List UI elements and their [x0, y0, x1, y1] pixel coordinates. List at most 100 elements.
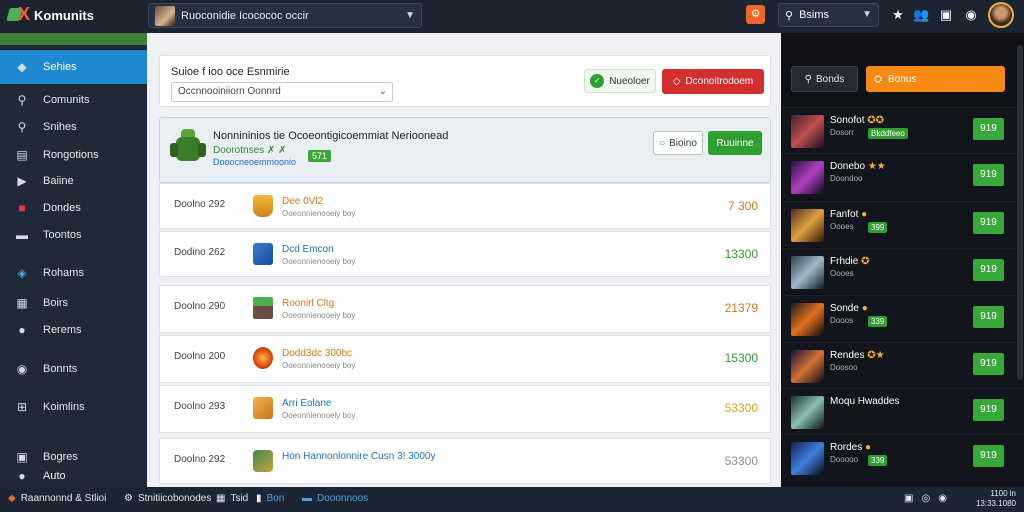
item-value: 53300 — [724, 454, 758, 468]
user-avatar[interactable] — [988, 2, 1014, 28]
status-item-5[interactable]: ▬ Dooonnoos — [302, 493, 368, 504]
sidebar-item-13[interactable]: ● Auto — [0, 465, 147, 487]
item-row[interactable]: Doolno 293 Arri Eolane Ooeonnienooeiy boy 5… — [159, 385, 771, 433]
sidebar-item-10[interactable]: ◉ Bonnts — [0, 352, 147, 386]
sidebar-item-11[interactable]: ⊞ Koimlins — [0, 390, 147, 424]
filter-title: Suioe f ioo oce Esnmirie — [171, 66, 290, 78]
player-tag: 339 — [868, 455, 888, 466]
player-tag: 339 — [868, 316, 888, 327]
leaderboard-item[interactable]: Fanfot ● Oooes 399 919 — [781, 201, 1024, 247]
app-logo[interactable]: X Komunits — [6, 4, 94, 24]
store-icon: ▣ — [16, 450, 28, 464]
leaderboard-item[interactable]: Rendes ✪★ Doosoo 919 — [781, 342, 1024, 388]
player-avatar — [791, 442, 824, 475]
player-score-badge[interactable]: 919 — [973, 259, 1004, 281]
item-title[interactable]: Dcd Emcon — [282, 244, 334, 255]
player-score-badge[interactable]: 919 — [973, 212, 1004, 234]
friends-icon[interactable]: 👥 — [913, 7, 929, 23]
status-item-3[interactable]: ▦ Tsid — [216, 493, 248, 504]
leaderboard-item[interactable]: Rordes ● Dooooo 339 919 — [781, 434, 1024, 480]
featured-primary-button[interactable]: Ruuinne — [708, 131, 762, 155]
status-item-4[interactable]: ▮ Bon — [256, 493, 284, 504]
chat-icon[interactable]: ▣ — [938, 7, 954, 23]
item-value: 21379 — [724, 301, 758, 315]
status-item-4-label: Bon — [266, 493, 285, 504]
right-panel: ⚲ Bonds ⛭ Bonus Sonofot ✪✪ Dosorr Bkddfeeo… — [781, 33, 1024, 487]
featured-item[interactable]: Nonnininios tie Ocoeontigicoemmiat Nerio… — [159, 117, 771, 183]
player-score-badge[interactable]: 919 — [973, 445, 1004, 467]
game-select-dropdown[interactable]: Ruoconidie Icocococ occir ▼ — [148, 3, 422, 28]
player-subtitle: Doosoo — [830, 363, 858, 372]
grid-icon: ▦ — [16, 296, 28, 310]
player-avatar — [791, 161, 824, 194]
leaderboard-item[interactable]: Moqu Hwaddes 919 — [781, 388, 1024, 434]
leaderboard-item[interactable]: Donebo ★★ Doondoo 919 — [781, 153, 1024, 199]
sidebar-item-label: Baiine — [43, 175, 74, 187]
item-title[interactable]: Hon Hannonlonnire Cusn 3! 3000y — [282, 451, 435, 462]
leaderboard-item[interactable]: Frhdie ✪ Oooes 919 — [781, 248, 1024, 294]
player-score-badge[interactable]: 919 — [973, 164, 1004, 186]
main-content: Suioe f ioo oce Esnmirie Occnnooiniiorn … — [147, 33, 781, 487]
player-score-badge[interactable]: 919 — [973, 353, 1004, 375]
sidebar-item-label: Rerems — [43, 324, 82, 336]
player-score-badge[interactable]: 919 — [973, 118, 1004, 140]
file-icon: ▮ — [256, 493, 262, 504]
featured-link[interactable]: Dooocneoemmoonio — [213, 157, 296, 167]
creature-icon — [253, 450, 273, 472]
sidebar-item-7[interactable]: ◈ Rohams — [0, 256, 147, 290]
featured-secondary-button[interactable]: ○ Bioino — [653, 131, 703, 155]
cube-icon: ◈ — [17, 266, 27, 280]
leaderboard-item[interactable]: Sonde ● Dooos 339 919 — [781, 295, 1024, 341]
status-item-5-label: Dooonnoos — [317, 493, 369, 504]
settings-icon[interactable]: ◉ — [963, 7, 979, 23]
sidebar-item-6[interactable]: ▬ Toontos — [0, 218, 147, 252]
item-title[interactable]: Arri Eolane — [282, 398, 331, 409]
sidebar-item-label: Toontos — [43, 229, 82, 241]
wifi-icon[interactable]: ◎ — [921, 493, 930, 504]
item-name: Doolno 290 — [174, 301, 226, 312]
windows-icon: ⊞ — [16, 400, 28, 414]
status-app[interactable]: ◆ Raannonnd & Stlioi — [8, 493, 106, 504]
circle-icon: ◉ — [16, 362, 28, 376]
player-avatar — [791, 256, 824, 289]
folder-icon: ▬ — [302, 493, 312, 504]
clock[interactable]: 1100 ln 13:33.1080 — [966, 489, 1016, 509]
featured-subtitle: Doorotnses ✗ ✗ — [213, 145, 287, 156]
leaderboard-item[interactable]: Sonofot ✪✪ Dosorr Bkddfeeo 919 — [781, 107, 1024, 153]
app-icon: ◆ — [8, 493, 16, 504]
item-value: 7 300 — [727, 199, 758, 213]
sidebar-item-0[interactable]: ◆ Sehies — [0, 50, 147, 84]
status-bar: ◆ Raannonnd & Stlioi ⚙ Stnitiicobonodes ▦ T… — [0, 487, 1024, 512]
item-title[interactable]: Dee 0Vl2 — [282, 196, 323, 207]
player-score-badge[interactable]: 919 — [973, 399, 1004, 421]
item-title[interactable]: Dodd3dc 300bc — [282, 348, 352, 359]
sidebar-item-label: Rongotions — [43, 149, 99, 161]
item-row[interactable]: Dodino 262 Dcd Emcon Ooeonnienooeiy boy 133… — [159, 231, 771, 277]
network-icon[interactable]: ▣ — [904, 493, 913, 504]
item-row[interactable]: Doolno 290 Roonirl Cltg Ooeonnienooeiy boy… — [159, 285, 771, 333]
item-row[interactable]: Doolno 292 Hon Hannonlonnire Cusn 3! 3000… — [159, 438, 771, 484]
notification-icon[interactable]: ⚙ — [746, 5, 765, 24]
bonds-button[interactable]: ⚲ Bonds — [791, 66, 858, 92]
status-item-2[interactable]: ⚙ Stnitiicobonodes — [124, 493, 211, 504]
filter-dropdown[interactable]: Occnnooiniiorn Oonnrd ⌄ — [171, 82, 393, 102]
player-name: Fanfot ● — [830, 209, 868, 220]
player-score-badge[interactable]: 919 — [973, 306, 1004, 328]
player-subtitle: Oooes — [830, 269, 854, 278]
block-icon — [253, 297, 273, 319]
player-avatar — [791, 350, 824, 383]
sidebar-item-9[interactable]: ● Rerems — [0, 313, 147, 347]
red-action-button[interactable]: ◇ Dconoitrodoem — [662, 69, 764, 94]
item-row[interactable]: Doolno 200 Dodd3dc 300bc Ooeonnienooeiy bo… — [159, 335, 771, 383]
item-title[interactable]: Roonirl Cltg — [282, 298, 334, 309]
item-row[interactable]: Doolno 292 Dee 0Vl2 Ooeonnienooeiy boy 7 30… — [159, 183, 771, 229]
settings-icon: ⚙ — [124, 493, 133, 504]
volume-icon[interactable]: ◉ — [938, 493, 947, 504]
right-panel-scrollbar[interactable] — [1017, 45, 1023, 380]
sidebar-item-label: Snihes — [43, 121, 77, 133]
bonus-button[interactable]: ⛭ Bonus — [866, 66, 1005, 92]
green-action-button[interactable]: ✓ Nueoloer — [584, 69, 656, 93]
star-icon[interactable]: ★ — [890, 7, 906, 23]
red-action-label: Dconoitrodoem — [685, 76, 754, 87]
user-select-dropdown[interactable]: ⚲ Bsims ▼ — [778, 3, 879, 27]
